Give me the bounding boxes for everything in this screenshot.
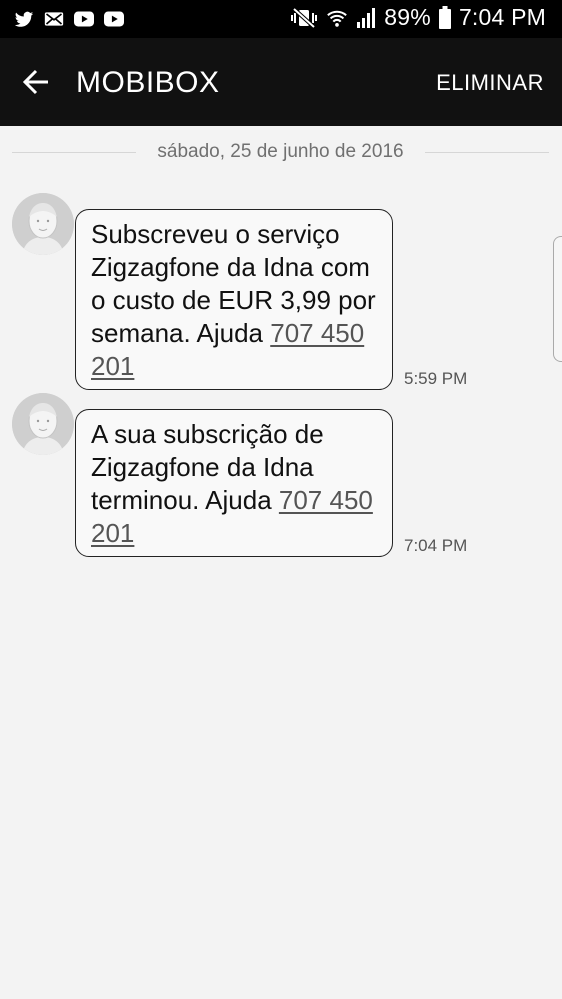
edge-panel-handle[interactable] <box>553 236 562 362</box>
default-person-icon <box>12 193 74 255</box>
youtube-icon <box>74 11 94 27</box>
message-time: 5:59 PM <box>404 369 468 388</box>
mute-vibrate-icon <box>291 7 318 28</box>
contact-avatar[interactable] <box>12 393 74 455</box>
default-person-icon <box>12 393 74 455</box>
contact-avatar[interactable] <box>12 193 74 255</box>
battery-icon <box>438 5 451 29</box>
notification-icons <box>14 9 124 29</box>
app-bar: MOBIBOX ELIMINAR <box>0 38 562 126</box>
date-separator: sábado, 25 de junho de 2016 <box>12 140 549 166</box>
status-bar: 89% 7:04 PM <box>0 0 562 38</box>
clock: 7:04 PM <box>458 4 546 30</box>
wifi-icon <box>327 10 348 27</box>
message-bubble[interactable]: A sua subscrição de Zigzagfone da Idna t… <box>75 409 393 557</box>
battery-percentage: 89% <box>384 4 431 30</box>
mail-icon <box>44 12 64 26</box>
signal-icon <box>357 7 376 28</box>
message-bubble[interactable]: Subscreveu o serviço Zigzagfone da Idna … <box>75 209 393 390</box>
message-time: 7:04 PM <box>404 536 468 555</box>
twitter-icon <box>14 11 34 27</box>
divider <box>425 152 549 153</box>
back-arrow-icon[interactable] <box>18 62 58 102</box>
conversation-title: MOBIBOX <box>76 66 220 99</box>
youtube-icon <box>104 11 124 27</box>
system-indicators: 89% 7:04 PM <box>290 4 546 31</box>
delete-button[interactable]: ELIMINAR <box>436 70 544 96</box>
